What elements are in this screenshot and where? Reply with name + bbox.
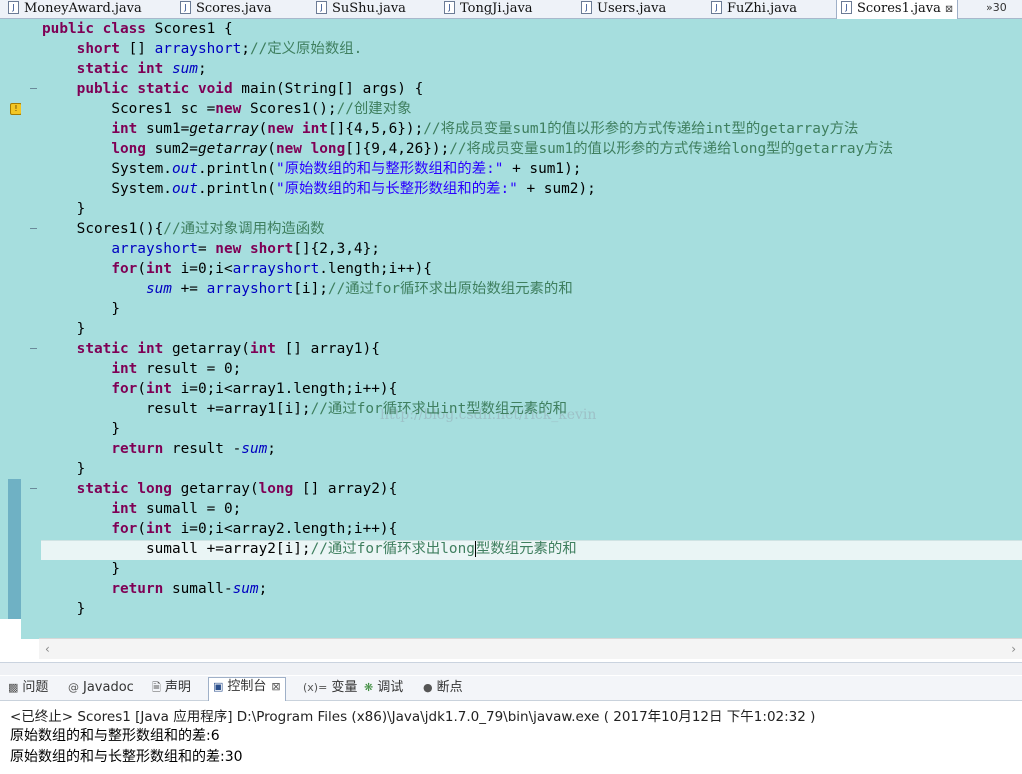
tab-scores[interactable]: J Scores.java [180,0,272,18]
code-line-current: sumall +=array2[i];//通过for循环求出long型数组元素的… [145,541,577,557]
breakpoints-icon: ● [423,681,433,694]
tab-variables[interactable]: (x)= 变量 [303,679,357,699]
editor-tab-bar: J MoneyAward.java J Scores.java J SuShu.jav… [0,0,1022,19]
scroll-right-icon[interactable]: › [1011,642,1016,656]
java-file-icon: J [8,1,19,14]
code-line: } [76,321,86,337]
tab-overflow-button[interactable]: »30 [986,1,1007,14]
code-line: int sum1=getarray(new int[]{4,5,6});//将成… [111,121,859,137]
tab-sushu[interactable]: J SuShu.java [316,0,406,18]
code-line: } [76,461,86,477]
console-output-line: 原始数组的和与整形数组和的差:6 [10,728,220,744]
code-line: System.out.println("原始数组的和与长整形数组和的差:" + … [111,181,596,197]
tab-console[interactable]: ▣ 控制台 ⊠ [208,677,286,701]
tab-tongji[interactable]: J TongJi.java [444,0,533,18]
code-line: } [111,301,120,317]
scroll-left-icon[interactable]: ‹ [45,642,50,656]
code-line: } [76,201,86,217]
code-line: long sum2=getarray(new long[]{9,4,26});/… [111,141,893,157]
bottom-panel-tabs: ▩ 问题 @ Javadoc 🗎 声明 ▣ 控制台 ⊠ (x)= 变量 ❋ 调试 ● 断点 [0,676,1022,701]
debug-icon: ❋ [364,681,374,694]
java-file-icon: J [581,1,592,14]
tab-debug[interactable]: ❋ 调试 [364,679,403,699]
code-line: for(int i=0;i<array2.length;i++){ [111,521,398,537]
panel-divider[interactable] [0,662,1022,675]
code-line: sum += arrayshort[i];//通过for循环求出原始数组元素的和 [145,281,573,297]
tab-fuzhi[interactable]: J FuZhi.java [711,0,797,18]
console-header: <已终止> Scores1 [Java 应用程序] D:\Program Fil… [10,709,816,725]
tab-declaration[interactable]: 🗎 声明 [152,679,191,699]
code-line: for(int i=0;i<array1.length;i++){ [111,381,398,397]
code-line: } [111,421,120,437]
java-file-icon: J [841,1,852,14]
folding-gutter [21,19,39,639]
code-line: result +=array1[i];//通过for循环求出int型数组元素的和 [145,401,567,417]
code-line: return result -sum; [111,441,276,457]
problems-icon: ▩ [8,681,19,694]
javadoc-icon: @ [68,681,79,694]
source-code[interactable]: public class Scores1 { short [] arraysho… [42,19,1022,619]
console-icon: ▣ [213,680,224,693]
tab-javadoc[interactable]: @ Javadoc [68,679,134,699]
console-view[interactable]: <已终止> Scores1 [Java 应用程序] D:\Program Fil… [0,701,1022,774]
code-line: static long getarray(long [] array2){ [76,481,398,497]
tab-problems[interactable]: ▩ 问题 [8,679,48,699]
java-file-icon: J [316,1,327,14]
tab-scores1[interactable]: J Scores1.java ⊠ [836,0,959,19]
fold-collapse-icon[interactable] [30,348,37,349]
change-marker [8,479,21,619]
console-output-line: 原始数组的和与长整形数组和的差:30 [10,749,243,765]
fold-collapse-icon[interactable] [30,88,37,89]
tab-moneyaward[interactable]: J MoneyAward.java [8,0,142,18]
java-file-icon: J [180,1,191,14]
code-line: } [76,601,86,617]
code-line: arrayshort= new short[]{2,3,4}; [111,241,380,257]
tab-users[interactable]: J Users.java [581,0,666,18]
code-line: int sumall = 0; [111,501,242,517]
code-line: Scores1 sc =new Scores1();//创建对象 [111,101,412,117]
code-line: int result = 0; [111,361,242,377]
code-line: System.out.println("原始数组的和与整形数组和的差:" + s… [111,161,582,177]
code-line: Scores1(){//通过对象调用构造函数 [76,221,325,237]
code-line: static int sum; [76,61,207,77]
code-editor[interactable]: ! http://blog.csdn.net/rick_kevin public… [0,19,1022,659]
close-tab-icon[interactable]: ⊠ [945,4,953,15]
fold-collapse-icon[interactable] [30,228,37,229]
close-console-icon[interactable]: ⊠ [271,678,280,696]
code-line: public static void main(String[] args) { [76,81,424,97]
java-file-icon: J [711,1,722,14]
horizontal-scrollbar[interactable]: ‹ › [39,638,1022,659]
code-line: return sumall-sum; [111,581,268,597]
code-line: static int getarray(int [] array1){ [76,341,380,357]
code-line: short [] arrayshort;//定义原始数组. [76,41,363,57]
code-line: for(int i=0;i<arrayshort.length;i++){ [111,261,432,277]
code-line: } [111,561,120,577]
java-file-icon: J [444,1,455,14]
tab-breakpoints[interactable]: ● 断点 [423,679,463,699]
variables-icon: (x)= [303,681,328,694]
declaration-icon: 🗎 [152,681,161,694]
fold-collapse-icon[interactable] [30,488,37,489]
code-line: public class Scores1 { [42,21,233,37]
